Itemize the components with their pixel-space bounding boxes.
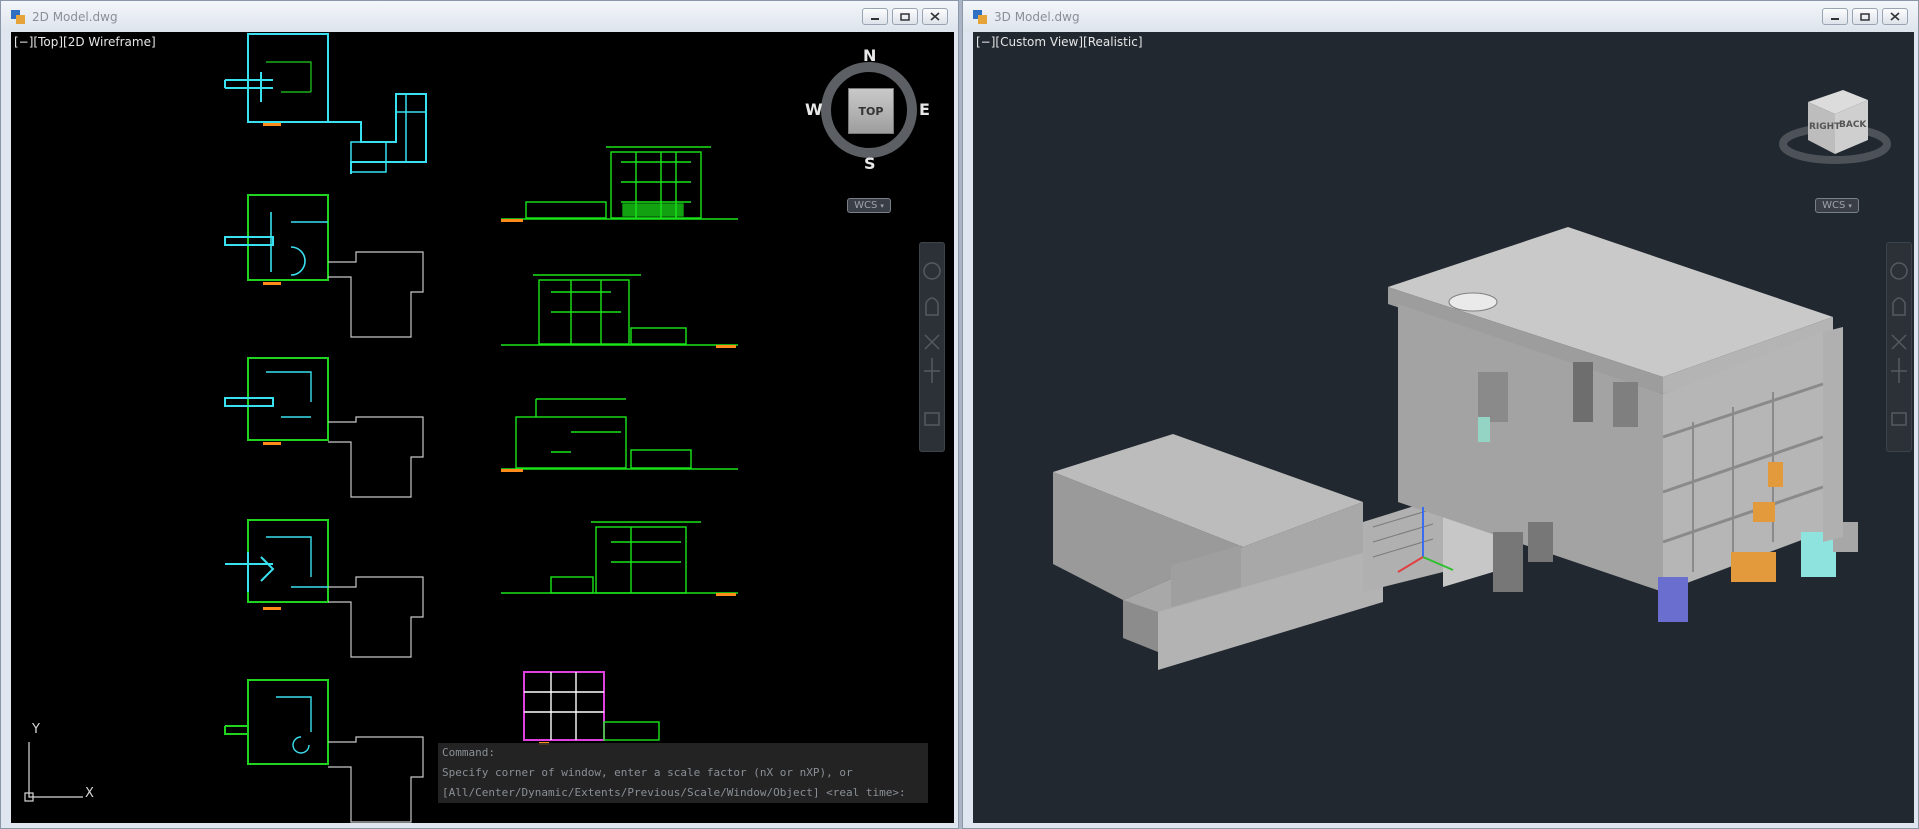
floor-plan-4 [225,519,424,658]
close-button[interactable] [922,8,948,25]
maximize-icon [1860,12,1870,21]
navbar-tools-icon [923,262,941,426]
compass-north[interactable]: N [863,46,876,65]
window-title: 3D Model.dwg [994,10,1080,24]
dwg-file-icon [973,10,987,24]
close-icon [930,12,940,21]
dwg-file-icon [11,10,25,24]
viewcube-top-label: TOP [858,104,884,118]
navbar-tools-icon [1890,262,1908,426]
viewcube-right-label[interactable]: RIGHT [1809,122,1840,132]
maximize-button[interactable] [1852,8,1878,25]
close-icon [1890,12,1900,21]
navigation-bar[interactable] [1886,242,1912,452]
window-title: 2D Model.dwg [32,10,118,24]
navigation-bar[interactable] [919,242,945,452]
command-line: Command: [438,743,928,763]
minimize-button[interactable] [862,8,888,25]
floor-plan-1 [224,33,427,174]
wcs-label: WCS [854,200,878,211]
minimize-icon [871,17,879,20]
titlebar[interactable]: 3D Model.dwg [963,1,1918,32]
window-2d-model[interactable]: 2D Model.dwg [−][Top][2D Wireframe] Y X … [0,0,959,829]
elevation-3 [501,398,738,472]
elevation-2 [501,274,738,348]
compass-east[interactable]: E [919,100,930,119]
floor-plan-3 [224,357,424,498]
compass-south[interactable]: S [864,154,876,173]
elevation-4 [501,521,738,596]
titlebar[interactable]: 2D Model.dwg [1,1,958,32]
dropdown-arrow-icon: ▾ [1848,201,1852,210]
minimize-button[interactable] [1822,8,1848,25]
command-line: Specify corner of window, enter a scale … [438,763,928,783]
window-3d-model[interactable]: 3D Model.dwg [−][Custom View][Realistic] [962,0,1919,829]
viewcube[interactable]: RIGHT BACK [1773,72,1893,172]
command-history: Command: Specify corner of window, enter… [438,743,928,803]
wcs-menu[interactable]: WCS ▾ [1815,198,1859,213]
command-line: [All/Center/Dynamic/Extents/Previous/Sca… [438,783,928,803]
minimize-icon [1831,17,1839,20]
maximize-button[interactable] [892,8,918,25]
wcs-label: WCS [1822,200,1846,211]
dropdown-arrow-icon: ▾ [880,201,884,210]
ucs-icon [24,742,83,802]
viewcube-top-face[interactable]: TOP [848,88,894,134]
drawing-viewport-3d[interactable]: [−][Custom View][Realistic] RIGHT BACK W… [973,32,1914,823]
close-button[interactable] [1882,8,1908,25]
navigation-compass[interactable]: TOP N S W E [805,46,930,173]
floor-plan-5 [224,679,424,823]
ucs-x-label: X [85,786,94,801]
ucs-y-label: Y [32,722,40,737]
viewcube-back-label[interactable]: BACK [1839,120,1866,130]
maximize-icon [900,12,910,21]
section-drawing [523,671,660,745]
wcs-menu[interactable]: WCS ▾ [847,198,891,213]
floor-plan-2 [224,194,424,338]
compass-west[interactable]: W [805,100,823,119]
drawing-viewport-2d[interactable]: [−][Top][2D Wireframe] Y X TOP N S W E W… [11,32,954,823]
elevation-1 [501,146,738,222]
